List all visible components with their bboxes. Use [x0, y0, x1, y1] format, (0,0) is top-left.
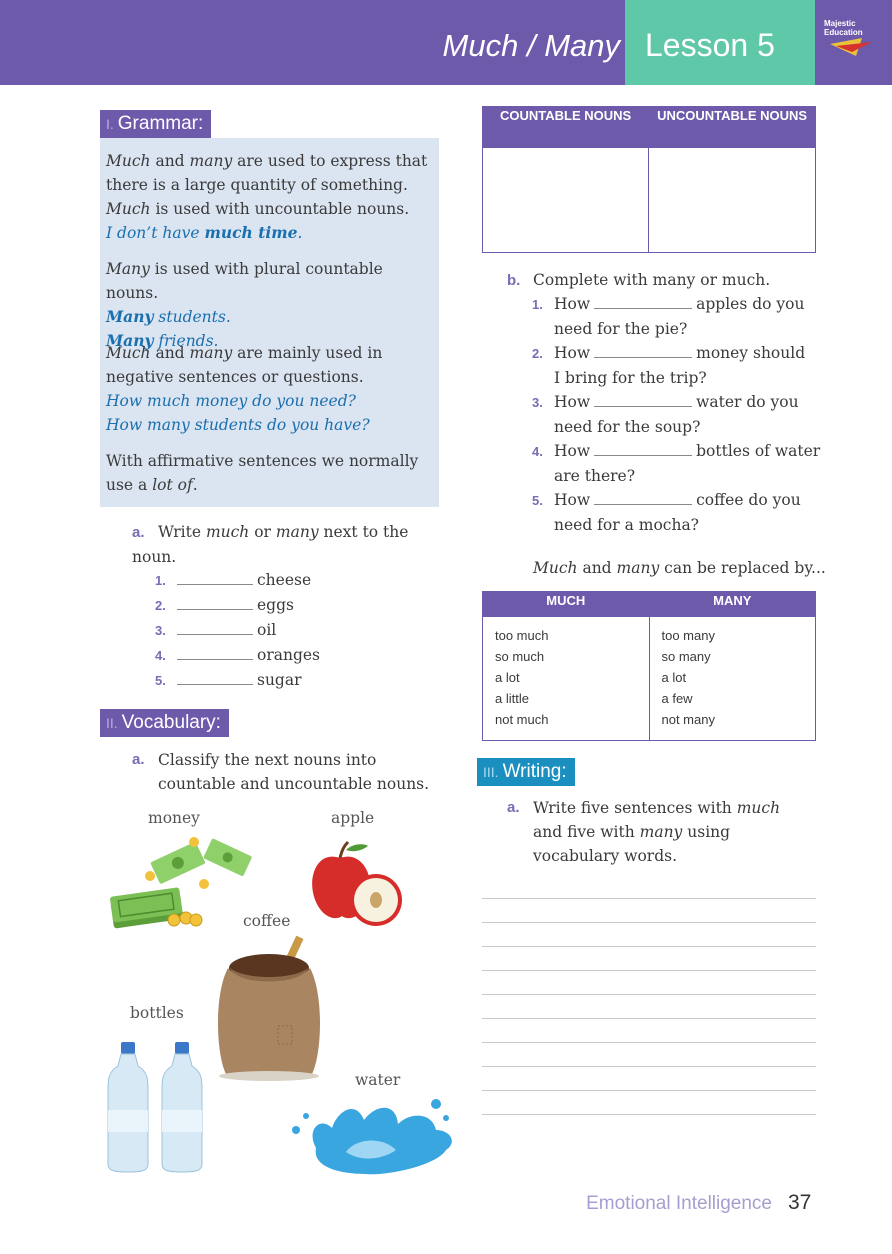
answer-blank [594, 441, 693, 456]
list-item[interactable]: 1. cheese [155, 568, 435, 593]
section-title: Writing: [502, 761, 567, 782]
section-title: Grammar: [117, 113, 204, 134]
list-item[interactable]: 5. How coffee do you need for a mocha? [532, 488, 832, 537]
grammar-paragraph-4: With affirmative sentences we normally u… [106, 452, 419, 494]
caption-water: water [355, 1071, 401, 1089]
writing-line[interactable] [482, 1042, 816, 1043]
writing-line[interactable] [482, 898, 816, 899]
writing-line[interactable] [482, 1090, 816, 1091]
coffee-sack-image [218, 935, 320, 1081]
section-number: I. [106, 116, 114, 132]
section-number: III. [483, 764, 499, 780]
page-number: 37 [788, 1191, 812, 1214]
water-splash-image [292, 1099, 452, 1175]
caption-apple: apple [331, 809, 375, 827]
list-item[interactable]: 2. How money should I bring for the trip? [532, 341, 832, 390]
replacement-table: MUCH MANY too much so much a lot a littl… [482, 591, 816, 741]
exercise-a-instruction: a. Write much or many next to the noun. [132, 523, 409, 566]
answer-blank [177, 570, 253, 585]
column-header: UNCOUNTABLE NOUNS [648, 106, 816, 148]
exercise-b-list: 1. How apples do you need for the pie? 2. Ho… [532, 292, 832, 537]
column-header: MUCH [482, 591, 650, 617]
list-item: a lot [661, 670, 687, 685]
writing-instruction: a. Write five sentences with much and fiv… [507, 799, 781, 865]
page-title: Much / Many [442, 28, 620, 63]
footer-book-title: Emotional Intelligence [586, 1193, 772, 1214]
caption-money: money [148, 809, 200, 827]
list-item[interactable]: 4. How bottles of water are there? [532, 439, 832, 488]
section-number: II. [106, 715, 118, 731]
writing-heading: III. Writing: [477, 758, 575, 786]
section-title: Vocabulary: [121, 712, 221, 733]
list-item: too many [661, 628, 715, 643]
svg-text:Majestic: Majestic [824, 19, 856, 28]
list-item[interactable]: 1. How apples do you need for the pie? [532, 292, 832, 341]
replacement-intro: Much and many can be replaced by... [533, 559, 826, 577]
list-item: a few [661, 691, 693, 706]
list-item: a little [495, 691, 529, 706]
writing-line[interactable] [482, 946, 816, 947]
answer-blank [594, 392, 693, 407]
publisher-logo: Majestic Education [824, 19, 872, 56]
lesson-label: Lesson 5 [645, 27, 775, 63]
uncountable-answer-cell[interactable] [648, 147, 816, 253]
writing-line[interactable] [482, 922, 816, 923]
money-image [110, 837, 252, 929]
writing-line[interactable] [482, 1114, 816, 1115]
column-header: COUNTABLE NOUNS [481, 106, 650, 148]
vocabulary-heading: II. Vocabulary: [100, 709, 229, 737]
grammar-heading: I. Grammar: [100, 110, 212, 138]
list-item: a lot [495, 670, 520, 685]
many-list: too many so many a lot a few not many [648, 616, 816, 741]
much-list: too much so much a lot a little not much [482, 616, 650, 741]
grammar-box: Much and many are used to express that t… [100, 138, 439, 507]
grammar-paragraph-2: Many is used with plural countable nouns… [106, 260, 383, 350]
writing-line[interactable] [482, 994, 816, 995]
writing-line[interactable] [482, 1018, 816, 1019]
writing-line[interactable] [482, 1066, 816, 1067]
answer-blank [177, 595, 253, 610]
exercise-a-list: 1. cheese 2. eggs 3. oil 4. oranges 5. sugar [155, 568, 435, 693]
list-item: not many [661, 712, 715, 727]
apple-image [312, 840, 402, 926]
answer-blank [177, 670, 253, 685]
list-item: so much [495, 649, 545, 664]
list-item[interactable]: 3. oil [155, 618, 435, 643]
list-item: so many [661, 649, 711, 664]
vocabulary-instruction: a. Classify the next nouns into countable… [132, 751, 430, 793]
list-item[interactable]: 4. oranges [155, 643, 435, 668]
writing-line[interactable] [482, 970, 816, 971]
list-item: not much [495, 712, 549, 727]
answer-blank [177, 620, 253, 635]
answer-blank [594, 294, 693, 309]
list-item[interactable]: 5. sugar [155, 668, 435, 693]
list-item: too much [495, 628, 549, 643]
countable-answer-cell[interactable] [481, 147, 650, 253]
list-item[interactable]: 3. How water do you need for the soup? [532, 390, 832, 439]
answer-blank [594, 490, 693, 505]
svg-text:Education: Education [824, 28, 863, 37]
list-item[interactable]: 2. eggs [155, 593, 435, 618]
answer-blank [594, 343, 693, 358]
grammar-paragraph-3: Much and many are mainly used in negativ… [106, 344, 383, 434]
grammar-paragraph-1: Much and many are used to express that t… [106, 152, 428, 242]
answer-blank [177, 645, 253, 660]
countable-uncountable-table: COUNTABLE NOUNS UNCOUNTABLE NOUNS [481, 106, 816, 253]
caption-bottles: bottles [130, 1004, 184, 1022]
example-much-time: I don’t have much time. [106, 223, 303, 242]
column-header: MANY [648, 591, 816, 617]
water-bottles-image [107, 1042, 203, 1173]
exercise-b-instruction: b. Complete with many or much. [507, 271, 771, 289]
